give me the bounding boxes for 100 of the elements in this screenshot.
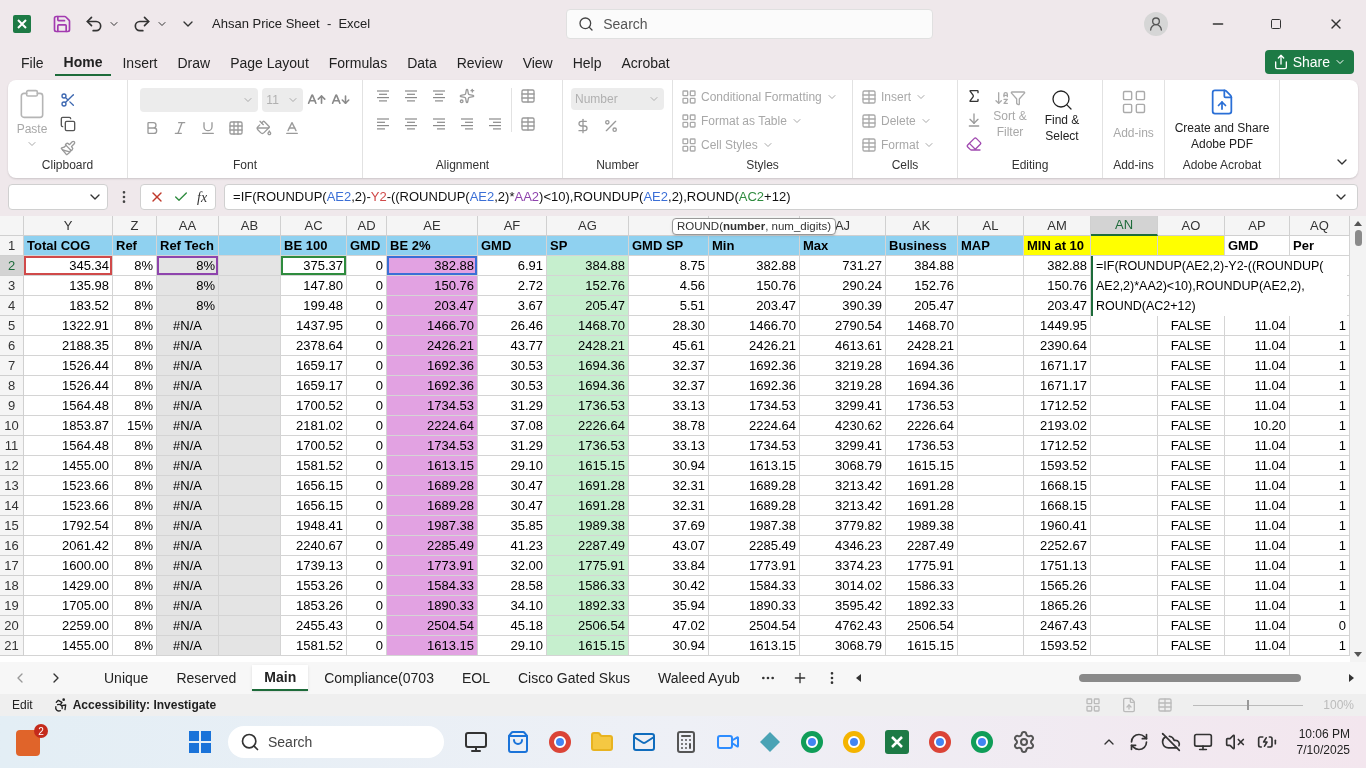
- share-button[interactable]: Share: [1264, 50, 1354, 74]
- formula-field[interactable]: =IF(ROUNDUP(AE2,2)-Y2-((ROUNDUP(AE2,2)*AA2)<10),ROUNDUP(AE2,2),ROUND(AC2+12): [224, 184, 1358, 210]
- row-header[interactable]: 5: [0, 316, 24, 336]
- row-header[interactable]: 20: [0, 616, 24, 636]
- zoom-slider-thumb[interactable]: [1247, 700, 1250, 710]
- mail-icon[interactable]: [632, 730, 656, 754]
- create-pdf-button[interactable]: Create and Share Adobe PDF: [1173, 88, 1271, 152]
- undo-icon[interactable]: [84, 14, 104, 34]
- font-name-field[interactable]: [140, 88, 259, 112]
- row-header[interactable]: 16: [0, 536, 24, 556]
- accessibility-status[interactable]: Accessibility: Investigate: [52, 696, 217, 714]
- browser-icon[interactable]: [970, 730, 994, 754]
- table-cell: 8%: [113, 296, 157, 316]
- fill-color-icon[interactable]: [256, 120, 272, 136]
- row-header[interactable]: 6: [0, 336, 24, 356]
- row-header[interactable]: 21: [0, 636, 24, 656]
- cell-editor[interactable]: =IF(ROUNDUP(AE2,2)-Y2-((ROUNDUP( AE2,2)*AA2)<10),ROUNDUP(AE2,2), ROUND(AC2+12): [1091, 256, 1347, 316]
- align-bottom-icon[interactable]: [431, 88, 447, 104]
- spreadsheet-app-icon[interactable]: [884, 729, 910, 755]
- align-left-icon[interactable]: [375, 116, 391, 132]
- table-cell: FALSE: [1158, 476, 1225, 496]
- sheet-tab[interactable]: Cisco Gated Skus: [505, 665, 642, 691]
- ribbon-tab[interactable]: Insert: [113, 50, 167, 76]
- redo-icon[interactable]: [132, 14, 152, 34]
- horizontal-scrollbar[interactable]: [855, 671, 1354, 685]
- align-middle-icon[interactable]: [403, 88, 419, 104]
- scissors-icon[interactable]: [60, 92, 76, 108]
- sheet-tab[interactable]: Reserved: [164, 665, 249, 691]
- bold-icon[interactable]: [144, 120, 160, 136]
- row-header[interactable]: 10: [0, 416, 24, 436]
- table-cell: 32.00: [478, 556, 547, 576]
- ribbon-tab[interactable]: Draw: [168, 50, 220, 76]
- row-header[interactable]: 12: [0, 456, 24, 476]
- row-header[interactable]: 9: [0, 396, 24, 416]
- cloud-off-icon[interactable]: [1160, 732, 1181, 752]
- row-header[interactable]: 8: [0, 376, 24, 396]
- copy-icon[interactable]: [60, 116, 76, 132]
- sheet-tab[interactable]: Compliance(0703: [312, 665, 446, 691]
- browser-icon[interactable]: [800, 730, 824, 754]
- sheet-tab[interactable]: Waleed Ayub: [646, 665, 752, 691]
- row-header[interactable]: 15: [0, 516, 24, 536]
- row-header[interactable]: 7: [0, 356, 24, 376]
- align-center-icon[interactable]: [403, 116, 419, 132]
- sync-icon[interactable]: [1128, 732, 1149, 752]
- sheet-tab[interactable]: Unique: [92, 665, 161, 691]
- ribbon-tab[interactable]: Help: [563, 50, 611, 76]
- ribbon-tab[interactable]: Home: [54, 50, 112, 76]
- windows-start-icon[interactable]: [188, 730, 212, 754]
- calculator-icon[interactable]: [674, 730, 698, 754]
- sheet-tab[interactable]: Main: [252, 665, 309, 691]
- insert-function-button[interactable]: fx: [197, 186, 208, 208]
- borders-icon[interactable]: [228, 120, 244, 136]
- profile-avatar[interactable]: [1144, 12, 1168, 36]
- vertical-scrollbar[interactable]: [1350, 216, 1366, 662]
- currency-icon[interactable]: [575, 118, 591, 134]
- maximize-icon[interactable]: [1270, 18, 1282, 30]
- row-header[interactable]: 2: [0, 256, 24, 276]
- align-top-icon[interactable]: [375, 88, 391, 104]
- percent-icon[interactable]: [603, 118, 619, 134]
- row-header[interactable]: 1: [0, 236, 24, 256]
- table-cell: 11.04: [1225, 576, 1290, 596]
- search-field[interactable]: Search: [566, 9, 934, 39]
- italic-icon[interactable]: [172, 120, 188, 136]
- volume-muted-icon[interactable]: [1224, 732, 1245, 752]
- row-header[interactable]: 19: [0, 596, 24, 616]
- row-header[interactable]: 17: [0, 556, 24, 576]
- browser-icon[interactable]: [842, 730, 866, 754]
- row-header[interactable]: 3: [0, 276, 24, 296]
- diamond-app-icon[interactable]: [758, 730, 782, 754]
- ribbon-tab[interactable]: Page Layout: [221, 50, 318, 76]
- ribbon-tab[interactable]: Formulas: [319, 50, 397, 76]
- save-icon[interactable]: [52, 14, 72, 34]
- person-icon: [1148, 16, 1164, 32]
- eraser-icon[interactable]: [966, 136, 982, 152]
- taskbar-search-field[interactable]: Search: [228, 726, 444, 758]
- align-right-icon[interactable]: [431, 116, 447, 132]
- paintbrush-icon[interactable]: [60, 140, 76, 156]
- function-tooltip: ROUND(number, num_digits): [672, 218, 836, 235]
- ribbon-tab[interactable]: View: [513, 50, 562, 76]
- store-icon[interactable]: [506, 730, 530, 754]
- column-header[interactable]: AN: [1091, 216, 1158, 236]
- ribbon-tab[interactable]: Review: [447, 50, 512, 76]
- row-header[interactable]: 18: [0, 576, 24, 596]
- fill-icon[interactable]: [966, 112, 982, 128]
- ribbon-tab[interactable]: File: [12, 50, 53, 76]
- ribbon-tab[interactable]: Data: [398, 50, 446, 76]
- table-cell: 3.67: [478, 296, 547, 316]
- row-header[interactable]: 13: [0, 476, 24, 496]
- browser-icon[interactable]: [548, 730, 572, 754]
- row-header[interactable]: 14: [0, 496, 24, 516]
- underline-icon[interactable]: [200, 120, 216, 136]
- row-header[interactable]: 4: [0, 296, 24, 316]
- sheet-tab[interactable]: EOL: [449, 665, 502, 691]
- ribbon-tab[interactable]: Acrobat: [612, 50, 679, 76]
- browser-icon[interactable]: [928, 730, 952, 754]
- settings-icon[interactable]: [1012, 730, 1036, 754]
- sum-icon[interactable]: [966, 88, 982, 104]
- font-color-icon[interactable]: [284, 120, 300, 136]
- row-header[interactable]: 11: [0, 436, 24, 456]
- find-select-button[interactable]: Find & Select: [1038, 88, 1086, 152]
